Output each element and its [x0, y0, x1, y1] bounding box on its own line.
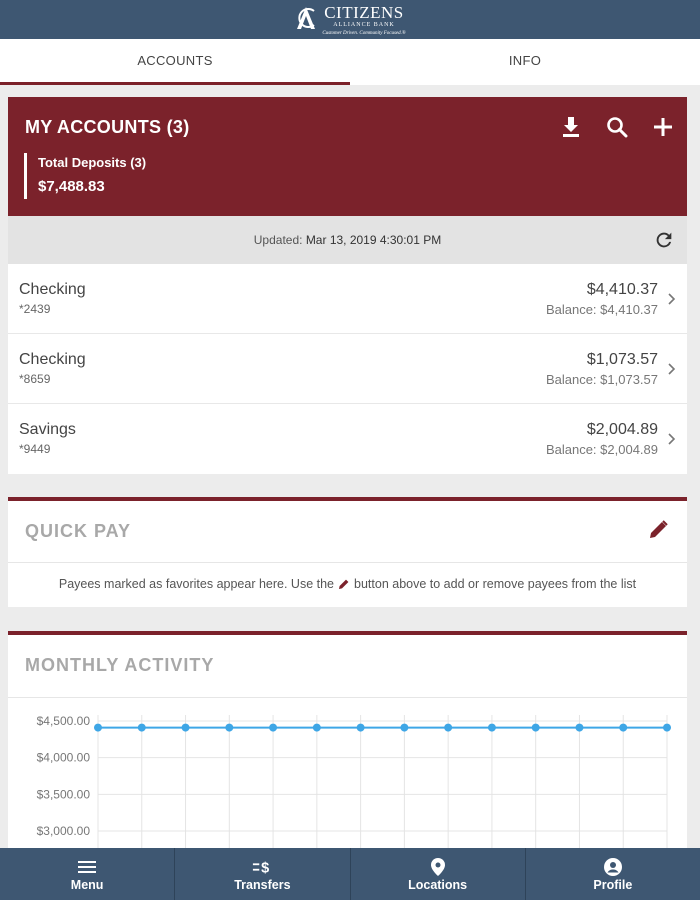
account-number: *9449: [19, 442, 51, 456]
data-point: [181, 723, 190, 732]
chevron-right-icon: [668, 363, 676, 375]
account-row-savings-9449[interactable]: Savings *9449 $2,004.89 Balance: $2,004.…: [8, 404, 687, 474]
location-pin-icon: [428, 857, 448, 877]
bank-logo: CITIZENS ALLIANCE BANK Customer Driven. …: [294, 3, 406, 36]
data-point: [225, 723, 234, 732]
account-amount: $2,004.89: [586, 421, 658, 438]
search-icon[interactable]: [605, 115, 629, 139]
data-point: [400, 723, 409, 732]
nav-menu-label: Menu: [70, 877, 104, 892]
tab-bar: ACCOUNTS INFO: [0, 39, 700, 85]
account-name: Savings: [19, 421, 76, 438]
quick-pay-title: QUICK PAY: [25, 521, 132, 541]
y-tick-label: $4,000.00: [37, 751, 91, 765]
my-accounts-header: MY ACCOUNTS (3) Total Deposits (3) $7,48…: [8, 97, 687, 216]
chevron-right-icon: [668, 433, 676, 445]
data-point: [531, 723, 540, 732]
my-accounts-title: MY ACCOUNTS (3): [25, 117, 190, 137]
account-balance: Balance: $2,004.89: [545, 442, 658, 457]
nav-locations-label: Locations: [408, 877, 468, 892]
brand-tagline: Customer Driven. Community Focused.®: [322, 31, 406, 36]
data-point: [663, 723, 671, 732]
download-icon[interactable]: [559, 115, 583, 139]
chevron-right-icon: [668, 293, 676, 305]
profile-icon: [603, 857, 623, 877]
transfers-icon: $: [252, 857, 272, 877]
tab-info[interactable]: INFO: [350, 39, 700, 85]
account-number: *2439: [19, 302, 51, 316]
updated-timestamp: Mar 13, 2019 4:30:01 PM: [305, 233, 442, 247]
brand-name: CITIZENS: [324, 3, 404, 22]
account-amount: $4,410.37: [586, 281, 658, 298]
data-point: [356, 723, 365, 732]
menu-icon: [77, 857, 97, 877]
refresh-icon[interactable]: [653, 229, 675, 251]
account-name: Checking: [19, 351, 86, 368]
account-balance: Balance: $4,410.37: [545, 302, 658, 317]
app-header: CITIZENS ALLIANCE BANK Customer Driven. …: [0, 0, 700, 39]
bottom-navigation: Menu $ Transfers Locations Profile: [0, 848, 700, 900]
account-balance: Balance: $1,073.57: [545, 372, 658, 387]
brand-subtitle: ALLIANCE BANK: [333, 22, 395, 28]
data-point: [575, 723, 584, 732]
y-tick-label: $4,500.00: [37, 714, 91, 728]
account-row-checking-8659[interactable]: Checking *8659 $1,073.57 Balance: $1,073…: [8, 334, 687, 404]
svg-text:$: $: [261, 860, 269, 876]
data-point: [269, 723, 278, 732]
logo-mark-icon: [297, 7, 316, 29]
quick-pay-note: Payees marked as favorites appear here. …: [8, 562, 687, 605]
tab-accounts[interactable]: ACCOUNTS: [0, 39, 350, 85]
nav-transfers-label: Transfers: [234, 877, 291, 892]
data-point: [619, 723, 628, 732]
inline-pencil-icon: [339, 579, 349, 589]
monthly-activity-card: MONTHLY ACTIVITY $4,500.00 $4,000.00 $3,50…: [8, 631, 687, 852]
data-point: [444, 723, 453, 732]
account-row-checking-2439[interactable]: Checking *2439 $4,410.37 Balance: $4,410…: [8, 264, 687, 334]
updated-bar: Updated: Mar 13, 2019 4:30:01 PM: [8, 216, 687, 264]
data-point: [487, 723, 496, 732]
account-number: *8659: [19, 372, 51, 386]
monthly-activity-title: MONTHLY ACTIVITY: [25, 655, 215, 675]
total-deposits-value: $7,488.83: [38, 178, 105, 195]
quick-pay-card: QUICK PAY Payees marked as favorites app…: [8, 497, 687, 607]
nav-profile-label: Profile: [593, 877, 633, 892]
updated-label: Updated:: [253, 233, 303, 247]
y-tick-label: $3,000.00: [37, 824, 91, 838]
nav-transfers[interactable]: $ Transfers: [175, 848, 351, 900]
quick-pay-note-before: Payees marked as favorites appear here. …: [58, 577, 335, 591]
data-point: [137, 723, 146, 732]
account-amount: $1,073.57: [586, 351, 658, 368]
total-deposits[interactable]: Total Deposits (3) $7,488.83: [24, 153, 146, 199]
data-point: [312, 723, 321, 732]
nav-profile[interactable]: Profile: [526, 848, 700, 900]
data-point: [94, 723, 102, 732]
total-deposits-label: Total Deposits (3): [38, 155, 147, 170]
add-icon[interactable]: [651, 115, 675, 139]
monthly-activity-chart: $4,500.00 $4,000.00 $3,500.00 $3,000.00: [37, 714, 671, 852]
quick-pay-note-after: button above to add or remove payees fro…: [354, 577, 637, 591]
account-name: Checking: [19, 281, 86, 298]
y-tick-label: $3,500.00: [37, 787, 91, 801]
nav-menu[interactable]: Menu: [0, 848, 176, 900]
edit-pencil-icon[interactable]: [647, 519, 669, 541]
nav-locations[interactable]: Locations: [351, 848, 526, 900]
